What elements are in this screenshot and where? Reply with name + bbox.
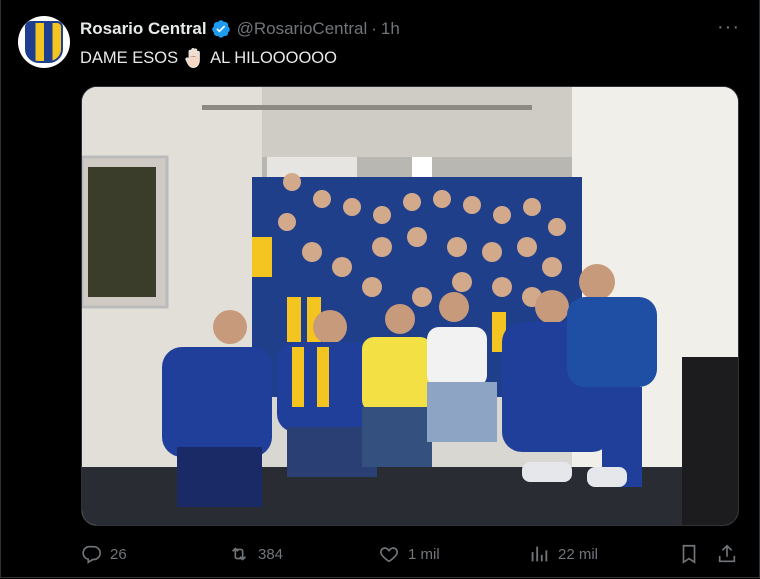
tweet-timestamp[interactable]: 1h — [381, 18, 400, 40]
raised-hand-icon — [185, 48, 200, 68]
share-icon — [718, 544, 736, 563]
tweet-text-part-2: AL HILOOOOOO — [210, 49, 337, 67]
verified-badge-icon[interactable] — [211, 19, 231, 39]
repost-icon — [231, 547, 247, 561]
views-button[interactable]: 22 mil — [528, 543, 598, 565]
reply-count: 26 — [110, 545, 127, 563]
bookmark-button[interactable] — [678, 543, 708, 565]
author-name[interactable]: Rosario Central — [80, 18, 207, 40]
heart-icon — [380, 547, 398, 563]
like-button[interactable]: 1 mil — [378, 543, 440, 565]
like-count: 1 mil — [408, 545, 440, 563]
repost-count: 384 — [258, 545, 284, 563]
avatar[interactable] — [18, 16, 70, 68]
bookmark-icon — [682, 544, 696, 564]
more-options-button[interactable]: ··· — [717, 16, 740, 39]
tweet-actions: 26 384 1 mil 22 mil — [80, 543, 740, 567]
separator-dot: · — [371, 19, 377, 38]
author-handle[interactable]: @RosarioCentral — [237, 18, 368, 40]
team-celebration-photo — [82, 87, 738, 525]
tweet-header: Rosario Central @RosarioCentral · 1h — [80, 18, 400, 40]
reply-icon — [82, 545, 101, 564]
tweet-photo[interactable] — [81, 86, 739, 526]
club-crest-icon — [25, 21, 63, 63]
repost-button[interactable]: 384 — [228, 543, 283, 565]
tweet-text: DAME ESOS AL HILOOOOOO — [80, 47, 337, 69]
views-count: 22 mil — [558, 545, 599, 563]
share-button[interactable] — [716, 543, 746, 565]
tweet-text-part-1: DAME ESOS — [80, 49, 179, 67]
reply-button[interactable]: 26 — [80, 543, 127, 565]
views-chart-icon — [531, 546, 548, 562]
